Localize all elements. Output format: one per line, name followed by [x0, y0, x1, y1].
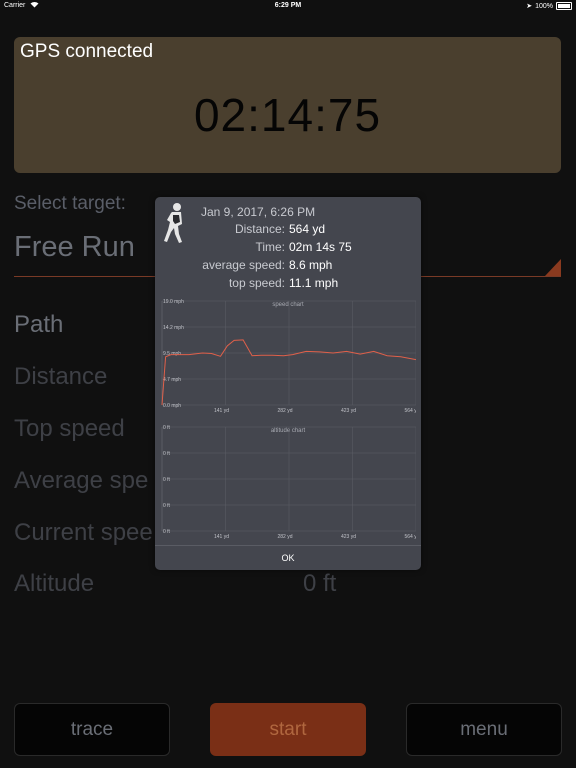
elapsed-timer: 02:14:75 — [193, 89, 382, 141]
y-tick-label: 14.2 mph — [163, 325, 184, 331]
info-value: 8.6 mph — [289, 258, 333, 272]
timer-panel: GPS connected 02:14:75 — [14, 37, 561, 173]
target-select[interactable]: Free Run — [14, 231, 135, 264]
start-button[interactable]: start — [210, 703, 366, 756]
y-tick-label: 0 ft — [163, 477, 171, 483]
y-tick-label: 0.0 mph — [163, 403, 181, 409]
stat-average-speed: Average spe — [14, 467, 149, 494]
trace-button[interactable]: trace — [14, 703, 170, 756]
y-tick-label: 0 ft — [163, 529, 171, 535]
runner-icon — [163, 202, 185, 248]
info-value: 02m 14s 75 — [289, 240, 352, 254]
dropdown-corner-icon[interactable] — [545, 259, 561, 276]
stat-distance: Distance — [14, 363, 108, 390]
info-label: top speed: — [228, 276, 285, 290]
info-label: Distance: — [234, 222, 285, 236]
y-tick-label: 0 ft — [163, 425, 171, 431]
y-tick-label: 0 ft — [163, 451, 171, 457]
menu-button[interactable]: menu — [406, 703, 562, 756]
run-summary-dialog: Jan 9, 2017, 6:26 PM Distance: 564 yd Ti… — [155, 197, 421, 570]
altitude-value: 0 ft — [303, 570, 337, 597]
x-tick-label: 423 yd — [341, 534, 356, 540]
ok-button[interactable]: OK — [155, 547, 421, 569]
chart-title: altitude chart — [271, 428, 306, 434]
info-value: 11.1 mph — [289, 276, 339, 290]
run-date: Jan 9, 2017, 6:26 PM — [201, 205, 316, 219]
info-value: 564 yd — [289, 222, 326, 236]
x-tick-label: 564 yd — [404, 408, 416, 414]
battery-percent: 100% — [535, 2, 553, 10]
x-tick-label: 141 yd — [214, 534, 229, 540]
x-tick-label: 141 yd — [214, 408, 229, 414]
gps-status: GPS connected — [20, 41, 154, 62]
stat-current-speed: Current spee — [14, 519, 153, 546]
speed-chart: speed chart 0.0 mph 4.7 mph 9.5 mph 14.2 mph… — [160, 297, 416, 417]
info-label: Time: — [255, 240, 285, 254]
stat-path: Path — [14, 311, 64, 338]
stat-top-speed: Top speed — [14, 415, 125, 442]
altitude-chart: altitude chart 0 ft 0 ft 0 ft 0 ft 0 ft 141 yd… — [160, 423, 416, 543]
x-tick-label: 282 yd — [277, 534, 292, 540]
info-label: average speed: — [202, 258, 285, 272]
x-tick-label: 423 yd — [341, 408, 356, 414]
dialog-divider — [155, 545, 421, 546]
x-tick-label: 282 yd — [277, 408, 292, 414]
status-right: ➤ 100% — [526, 2, 572, 10]
status-time: 6:29 PM — [274, 2, 302, 9]
location-arrow-icon: ➤ — [526, 3, 533, 10]
y-tick-label: 9.5 mph — [163, 351, 181, 357]
chart-title: speed chart — [272, 302, 304, 308]
altitude-chart-svg: altitude chart 0 ft 0 ft 0 ft 0 ft 0 ft 141 yd… — [161, 425, 416, 540]
status-bar: Carrier 6:29 PM ➤ 100% — [0, 0, 576, 12]
battery-icon — [556, 2, 572, 10]
x-tick-label: 564 yd — [404, 534, 416, 540]
target-label: Select target: — [14, 193, 126, 214]
y-tick-label: 19.0 mph — [163, 299, 184, 305]
speed-chart-svg: speed chart 0.0 mph 4.7 mph 9.5 mph 14.2 mph… — [161, 299, 416, 414]
stat-altitude: Altitude — [14, 570, 95, 597]
y-tick-label: 4.7 mph — [163, 377, 181, 383]
y-tick-label: 0 ft — [163, 503, 171, 509]
